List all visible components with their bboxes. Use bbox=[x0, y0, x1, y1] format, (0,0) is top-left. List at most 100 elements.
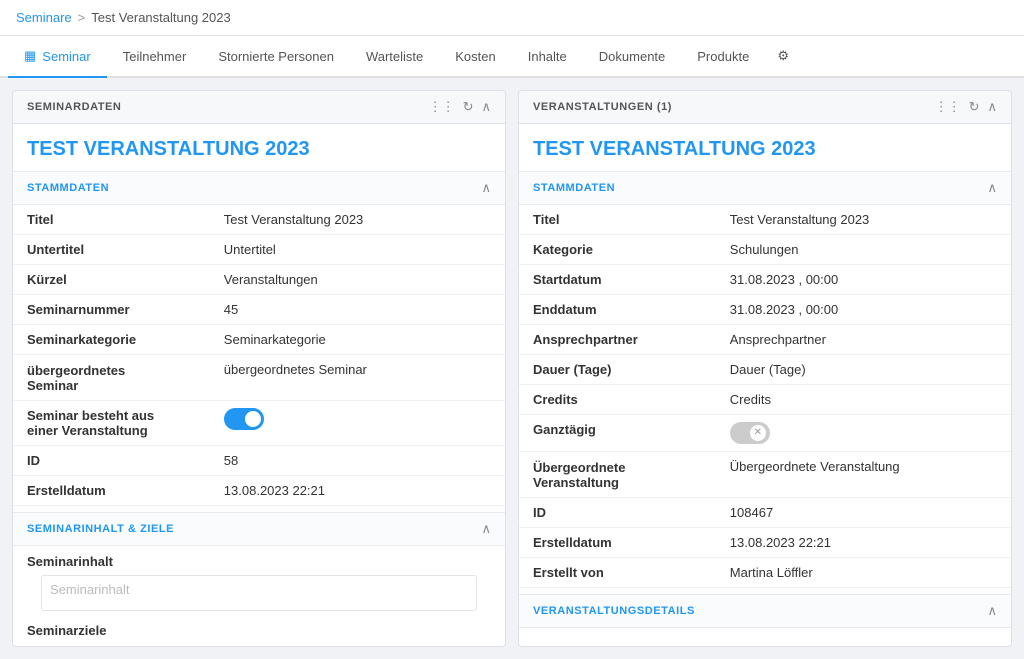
tab-dokumente[interactable]: Dokumente bbox=[583, 37, 681, 78]
field-label-uebergeordnetes-seminar: übergeordnetesSeminar bbox=[13, 355, 210, 401]
refresh-icon[interactable]: ↻ bbox=[463, 99, 474, 115]
tab-bar: ▦ Seminar Teilnehmer Stornierte Personen… bbox=[0, 36, 1024, 78]
field-label-seminarkategorie: Seminarkategorie bbox=[13, 325, 210, 355]
field-value-uebergeordnete-veranstaltung: Übergeordnete Veranstaltung bbox=[716, 452, 1011, 498]
field-label-seminarnummer: Seminarnummer bbox=[13, 295, 210, 325]
veranstaltungen-body: TEST VERANSTALTUNG 2023 STAMMDATEN Titel… bbox=[519, 124, 1011, 628]
veranstaltungsdetails-section-title: VERANSTALTUNGSDETAILS bbox=[533, 605, 695, 617]
field-value-uebergeordnetes-seminar: übergeordnetes Seminar bbox=[210, 355, 505, 401]
stammdaten-section-header-right: STAMMDATEN bbox=[519, 171, 1011, 205]
table-row: Erstelldatum 13.08.2023 22:21 bbox=[13, 476, 505, 506]
table-icon: ▦ bbox=[24, 48, 36, 64]
field-label-untertitel: Untertitel bbox=[13, 235, 210, 265]
seminardaten-panel: SEMINARDATEN ⋮⋮ ↻ TEST VERANSTALTUNG 202… bbox=[12, 90, 506, 647]
seminarinhalt-textarea[interactable]: Seminarinhalt bbox=[41, 575, 477, 611]
breadcrumb-current: Test Veranstaltung 2023 bbox=[91, 10, 231, 25]
toggle-container bbox=[224, 408, 491, 430]
stammdaten-section-title-left: STAMMDATEN bbox=[27, 182, 109, 194]
field-label-toggle: Seminar besteht auseiner Veranstaltung bbox=[13, 401, 210, 446]
seminarinhalt-section-title: SEMINARINHALT & ZIELE bbox=[27, 523, 174, 535]
field-label-id-left: ID bbox=[13, 446, 210, 476]
table-row: Erstellt von Martina Löffler bbox=[519, 558, 1011, 588]
field-label-kuerzel: Kürzel bbox=[13, 265, 210, 295]
chevron-up-stammdaten-right[interactable] bbox=[987, 180, 997, 196]
tab-produkte[interactable]: Produkte bbox=[681, 37, 765, 78]
field-value-kategorie: Schulungen bbox=[716, 235, 1011, 265]
table-row: Startdatum 31.08.2023 , 00:00 bbox=[519, 265, 1011, 295]
seminardaten-title: SEMINARDATEN bbox=[27, 101, 121, 113]
field-value-titel-right: Test Veranstaltung 2023 bbox=[716, 205, 1011, 235]
field-label-erstelldatum-left: Erstelldatum bbox=[13, 476, 210, 506]
right-entity-title: TEST VERANSTALTUNG 2023 bbox=[519, 124, 1011, 171]
field-label-ganztaegig: Ganztägig bbox=[519, 415, 716, 452]
toggle-ganztaegig-container bbox=[730, 422, 997, 444]
grid-icon[interactable]: ⋮⋮ bbox=[429, 99, 455, 115]
field-value-titel-left: Test Veranstaltung 2023 bbox=[210, 205, 505, 235]
chevron-up-icon-right[interactable] bbox=[987, 99, 997, 115]
field-value-kuerzel: Veranstaltungen bbox=[210, 265, 505, 295]
table-row: Kürzel Veranstaltungen bbox=[13, 265, 505, 295]
breadcrumb-sep: > bbox=[78, 10, 86, 25]
field-value-erstelldatum-right: 13.08.2023 22:21 bbox=[716, 528, 1011, 558]
grid-icon-right[interactable]: ⋮⋮ bbox=[935, 99, 961, 115]
table-row: Seminarnummer 45 bbox=[13, 295, 505, 325]
seminarinhalt-content: Seminarinhalt Seminarinhalt Seminarziele bbox=[13, 546, 505, 646]
veranstaltungen-panel-header: VERANSTALTUNGEN (1) ⋮⋮ ↻ bbox=[519, 91, 1011, 124]
field-label-dauer: Dauer (Tage) bbox=[519, 355, 716, 385]
field-label-titel-left: Titel bbox=[13, 205, 210, 235]
table-row: Enddatum 31.08.2023 , 00:00 bbox=[519, 295, 1011, 325]
breadcrumb: Seminare > Test Veranstaltung 2023 bbox=[0, 0, 1024, 36]
tab-warteliste[interactable]: Warteliste bbox=[350, 37, 439, 78]
tab-stornierte-personen[interactable]: Stornierte Personen bbox=[202, 37, 350, 78]
table-row: Seminarkategorie Seminarkategorie bbox=[13, 325, 505, 355]
stammdaten-table-right: Titel Test Veranstaltung 2023 Kategorie … bbox=[519, 205, 1011, 588]
table-row: ID 108467 bbox=[519, 498, 1011, 528]
stammdaten-table-left: Titel Test Veranstaltung 2023 Untertitel… bbox=[13, 205, 505, 506]
field-value-id-left: 58 bbox=[210, 446, 505, 476]
seminarinhalt-section-header: SEMINARINHALT & ZIELE bbox=[13, 512, 505, 546]
stammdaten-section-title-right: STAMMDATEN bbox=[533, 182, 615, 194]
field-label-id-right: ID bbox=[519, 498, 716, 528]
field-label-uebergeordnete-veranstaltung: ÜbergeordneteVeranstaltung bbox=[519, 452, 716, 498]
veranstaltungsdetails-section-header: VERANSTALTUNGSDETAILS bbox=[519, 594, 1011, 628]
veranstaltungen-panel: VERANSTALTUNGEN (1) ⋮⋮ ↻ TEST VERANSTALT… bbox=[518, 90, 1012, 647]
table-row: Credits Credits bbox=[519, 385, 1011, 415]
chevron-up-icon[interactable] bbox=[481, 99, 491, 115]
breadcrumb-parent[interactable]: Seminare bbox=[16, 10, 72, 25]
toggle-ganztaegig[interactable] bbox=[730, 422, 770, 444]
field-value-id-right: 108467 bbox=[716, 498, 1011, 528]
table-row: Dauer (Tage) Dauer (Tage) bbox=[519, 355, 1011, 385]
tab-teilnehmer[interactable]: Teilnehmer bbox=[107, 37, 203, 78]
field-value-untertitel: Untertitel bbox=[210, 235, 505, 265]
toggle-seminar-besteht[interactable] bbox=[224, 408, 264, 430]
field-label-credits: Credits bbox=[519, 385, 716, 415]
table-row: Ansprechpartner Ansprechpartner bbox=[519, 325, 1011, 355]
field-value-toggle bbox=[210, 401, 505, 446]
seminarziele-label: Seminarziele bbox=[27, 623, 491, 638]
tab-seminar[interactable]: ▦ Seminar bbox=[8, 36, 107, 78]
field-label-ansprechpartner: Ansprechpartner bbox=[519, 325, 716, 355]
field-label-startdatum: Startdatum bbox=[519, 265, 716, 295]
field-value-seminarkategorie: Seminarkategorie bbox=[210, 325, 505, 355]
chevron-up-seminarinhalt[interactable] bbox=[481, 521, 491, 537]
tab-kosten[interactable]: Kosten bbox=[439, 37, 511, 78]
table-row: ID 58 bbox=[13, 446, 505, 476]
field-value-enddatum: 31.08.2023 , 00:00 bbox=[716, 295, 1011, 325]
main-content: SEMINARDATEN ⋮⋮ ↻ TEST VERANSTALTUNG 202… bbox=[0, 78, 1024, 659]
veranstaltungen-title: VERANSTALTUNGEN (1) bbox=[533, 101, 672, 113]
field-value-ganztaegig bbox=[716, 415, 1011, 452]
tab-settings[interactable]: ⚙ bbox=[765, 38, 801, 76]
refresh-icon-right[interactable]: ↻ bbox=[969, 99, 980, 115]
tab-inhalte[interactable]: Inhalte bbox=[512, 37, 583, 78]
chevron-up-stammdaten-left[interactable] bbox=[481, 180, 491, 196]
field-value-erstellt-von: Martina Löffler bbox=[716, 558, 1011, 588]
seminarinhalt-label: Seminarinhalt bbox=[27, 554, 491, 569]
field-value-startdatum: 31.08.2023 , 00:00 bbox=[716, 265, 1011, 295]
table-row: übergeordnetesSeminar übergeordnetes Sem… bbox=[13, 355, 505, 401]
seminardaten-body: TEST VERANSTALTUNG 2023 STAMMDATEN Titel… bbox=[13, 124, 505, 646]
seminardaten-panel-header: SEMINARDATEN ⋮⋮ ↻ bbox=[13, 91, 505, 124]
table-row: Titel Test Veranstaltung 2023 bbox=[13, 205, 505, 235]
field-label-erstellt-von: Erstellt von bbox=[519, 558, 716, 588]
chevron-up-veranstaltungsdetails[interactable] bbox=[987, 603, 997, 619]
table-row: Seminar besteht auseiner Veranstaltung bbox=[13, 401, 505, 446]
